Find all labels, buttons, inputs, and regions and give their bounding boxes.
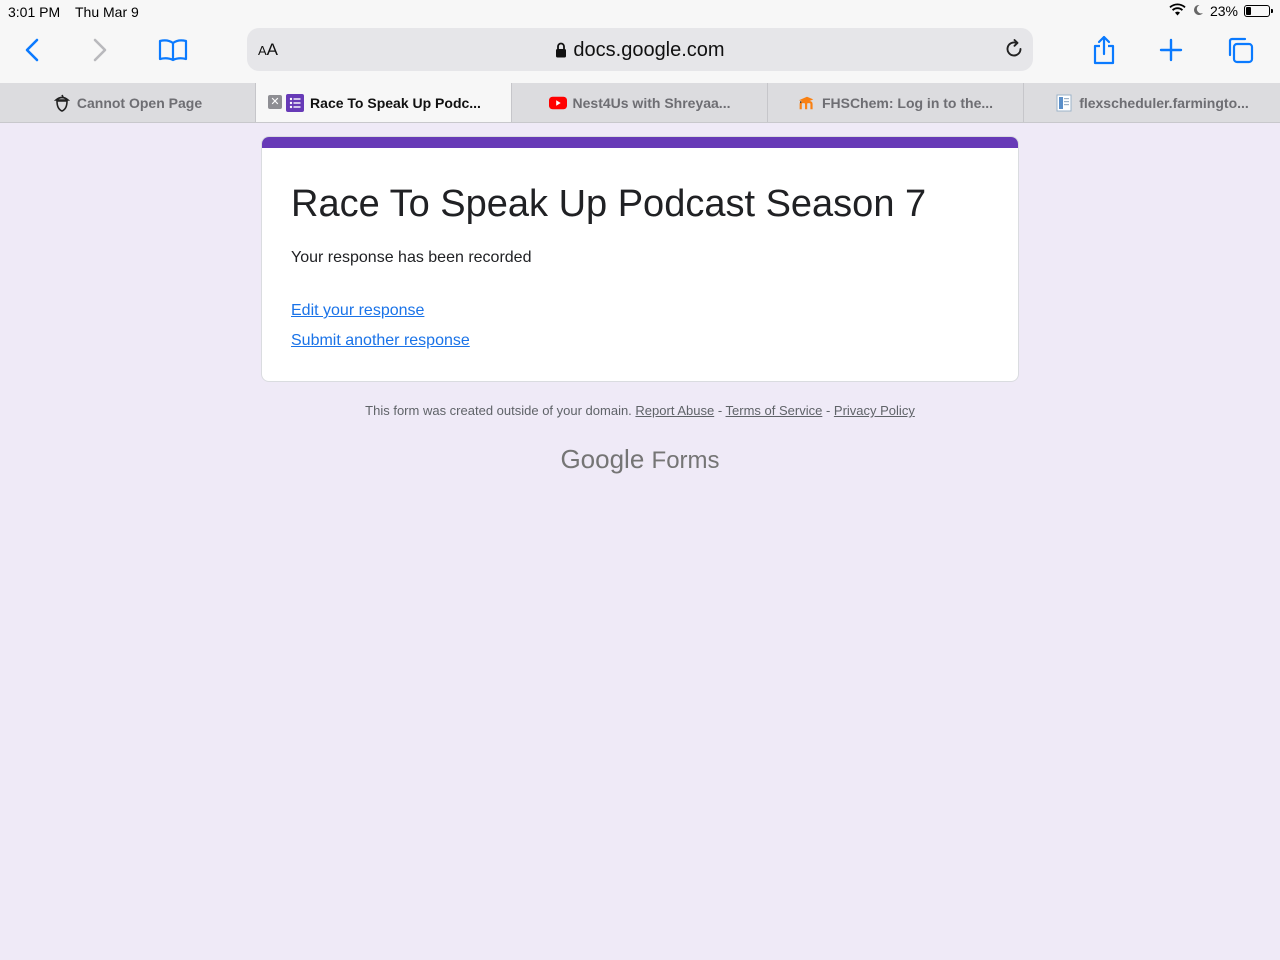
footer-separator: - [714, 403, 726, 418]
tab-fhschem[interactable]: FHSChem: Log in to the... [768, 83, 1024, 122]
share-button[interactable] [1084, 32, 1124, 68]
tab-overview-button[interactable] [1220, 32, 1260, 68]
confirmation-message: Your response has been recorded [291, 249, 532, 266]
reload-button[interactable] [1003, 38, 1025, 65]
moodle-icon [798, 94, 816, 112]
tab-label: FHSChem: Log in to the... [821, 94, 994, 111]
url-domain: docs.google.com [573, 39, 725, 61]
footer-disclaimer: This form was created outside of your do… [0, 403, 1280, 418]
google-forms-logo[interactable]: Google Forms [0, 444, 1280, 475]
plus-icon [1159, 38, 1183, 62]
moon-icon [1192, 3, 1204, 19]
tab-label: Nest4Us with Shreyaa... [572, 94, 731, 111]
tabs-icon [1228, 37, 1254, 64]
brand-google: Google [560, 444, 645, 474]
edit-response-link[interactable]: Edit your response [291, 302, 424, 320]
youtube-icon [548, 94, 567, 112]
status-date: Thu Mar 9 [75, 4, 139, 20]
tab-label: Cannot Open Page [76, 94, 203, 111]
new-tab-button[interactable] [1151, 32, 1191, 68]
tab-bar: Cannot Open Page ✕ Race To Speak Up Podc… [0, 83, 1280, 123]
battery-icon [1244, 5, 1273, 17]
status-right: 23% [1169, 3, 1273, 19]
close-tab-icon[interactable]: ✕ [268, 95, 282, 109]
tab-label: Race To Speak Up Podc... [310, 94, 481, 111]
wifi-icon [1169, 3, 1186, 19]
form-title: Race To Speak Up Podcast Season 7 [291, 183, 927, 225]
status-time: 3:01 PM [8, 4, 61, 20]
footer-note-text: This form was created outside of your do… [365, 403, 632, 418]
tab-race-to-speak-up[interactable]: ✕ Race To Speak Up Podc... [256, 83, 512, 122]
document-icon [1055, 94, 1073, 112]
bookmarks-button[interactable] [153, 32, 193, 68]
url-display[interactable]: docs.google.com [247, 39, 1033, 64]
tab-cannot-open-page[interactable]: Cannot Open Page [0, 83, 256, 122]
status-bar: 3:01 PM Thu Mar 9 23% [0, 0, 1280, 24]
footer-separator: - [822, 403, 834, 418]
battery-fill [1246, 7, 1251, 15]
tab-nest4us[interactable]: Nest4Us with Shreyaa... [512, 83, 768, 122]
google-forms-icon [286, 93, 305, 112]
lock-icon [555, 41, 567, 64]
report-abuse-link[interactable]: Report Abuse [635, 403, 714, 418]
reload-icon [1006, 39, 1022, 57]
forward-button[interactable] [80, 32, 120, 68]
form-accent-bar [262, 137, 1018, 148]
tab-label: flexscheduler.farmingto... [1079, 94, 1249, 111]
address-bar[interactable]: AA docs.google.com [247, 28, 1033, 71]
privacy-policy-link[interactable]: Privacy Policy [834, 403, 915, 418]
submit-another-response-link[interactable]: Submit another response [291, 332, 470, 350]
browser-toolbar: AA docs.google.com [0, 24, 1280, 83]
brand-forms: Forms [651, 447, 720, 474]
terms-of-service-link[interactable]: Terms of Service [726, 403, 823, 418]
share-icon [1093, 35, 1115, 65]
form-confirmation-card: Race To Speak Up Podcast Season 7 Your r… [261, 136, 1019, 382]
chevron-right-icon [93, 38, 107, 62]
acorn-icon [53, 94, 71, 112]
book-icon [158, 39, 188, 62]
chevron-left-icon [25, 38, 39, 62]
battery-percent: 23% [1209, 3, 1238, 19]
back-button[interactable] [12, 32, 52, 68]
tab-flexscheduler[interactable]: flexscheduler.farmingto... [1024, 83, 1280, 122]
